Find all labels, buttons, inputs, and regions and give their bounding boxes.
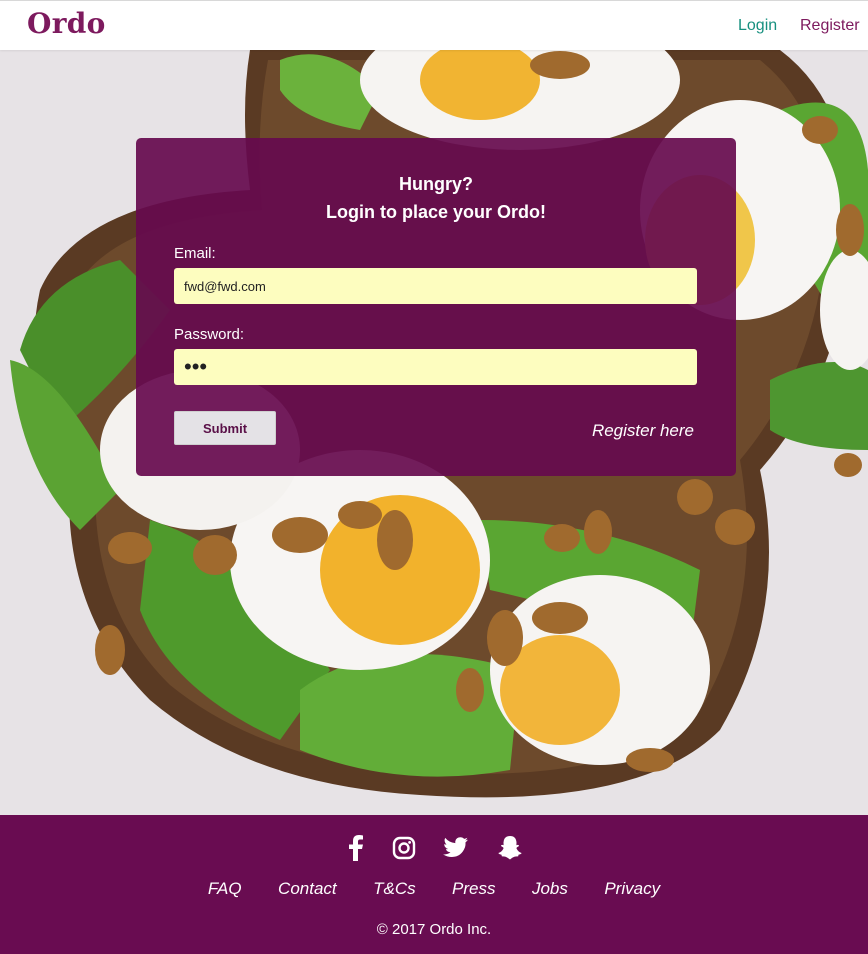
login-heading: Hungry? Login to place your Ordo! bbox=[136, 170, 736, 226]
login-heading-line2: Login to place your Ordo! bbox=[326, 202, 546, 222]
footer-link-privacy[interactable]: Privacy bbox=[604, 879, 660, 898]
footer-link-terms[interactable]: T&Cs bbox=[373, 879, 416, 898]
password-field[interactable]: ••• bbox=[174, 349, 697, 385]
copyright-text: © 2017 Ordo Inc. bbox=[376, 921, 492, 938]
nav-register-link[interactable]: Register bbox=[800, 17, 860, 35]
twitter-icon[interactable] bbox=[441, 833, 471, 863]
footer-links: FAQ Contact T&Cs Press Jobs Privacy bbox=[0, 879, 868, 899]
nav-login-link[interactable]: Login bbox=[738, 17, 777, 35]
footer-link-contact[interactable]: Contact bbox=[278, 879, 337, 898]
submit-button[interactable]: Submit bbox=[174, 411, 276, 445]
password-mask: ••• bbox=[184, 354, 208, 379]
logo[interactable]: Ordo bbox=[27, 7, 106, 40]
email-field[interactable]: fwd@fwd.com bbox=[174, 268, 697, 304]
email-value: fwd@fwd.com bbox=[184, 278, 266, 294]
footer-link-press[interactable]: Press bbox=[452, 879, 495, 898]
login-heading-line1: Hungry? bbox=[399, 174, 473, 194]
password-label: Password: bbox=[174, 326, 245, 343]
login-card: Hungry? Login to place your Ordo! Email:… bbox=[136, 138, 736, 476]
footer: FAQ Contact T&Cs Press Jobs Privacy © 20… bbox=[0, 815, 868, 954]
snapchat-icon[interactable] bbox=[495, 833, 525, 863]
footer-link-jobs[interactable]: Jobs bbox=[532, 879, 568, 898]
social-icons bbox=[0, 833, 868, 863]
top-navbar: Ordo Login Register bbox=[0, 0, 868, 50]
register-here-link[interactable]: Register here bbox=[592, 421, 694, 441]
facebook-icon[interactable] bbox=[341, 833, 371, 863]
email-label: Email: bbox=[174, 245, 216, 262]
footer-link-faq[interactable]: FAQ bbox=[208, 879, 242, 898]
instagram-icon[interactable] bbox=[389, 833, 419, 863]
